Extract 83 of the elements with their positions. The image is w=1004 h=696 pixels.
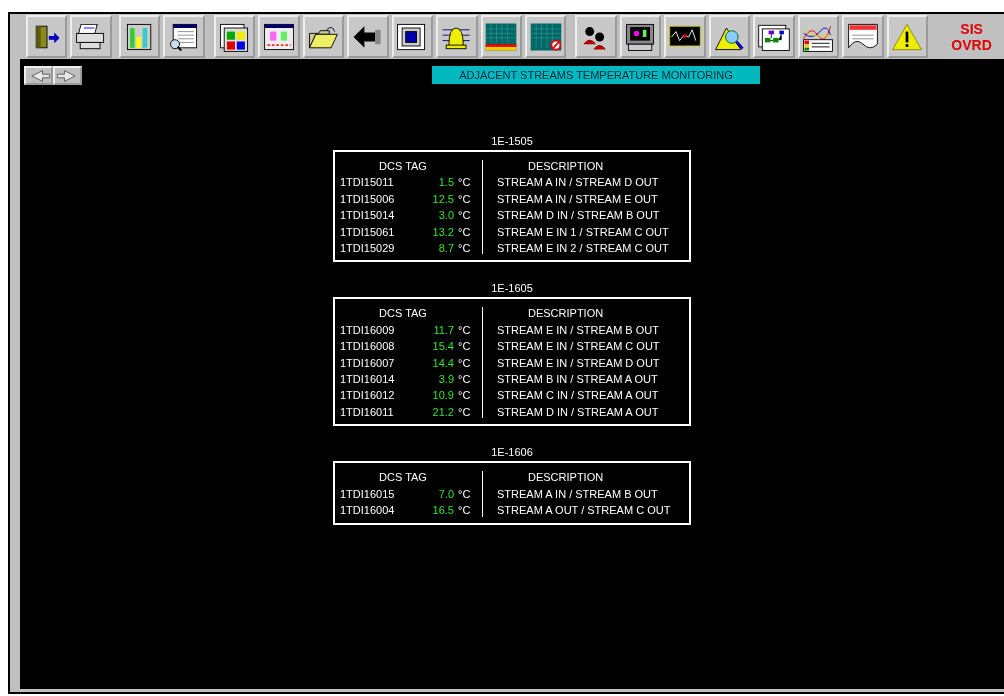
tag-cell-text: 1TDI16008	[340, 339, 396, 355]
tag-cell-text: 1TDI16011	[340, 404, 395, 420]
chart-table-button[interactable]	[797, 15, 840, 58]
square-button[interactable]	[391, 15, 434, 58]
unit-label: °C	[458, 404, 472, 420]
temperature-value: 14.4	[431, 355, 455, 371]
tag-cell-text: 1TDI15029	[340, 241, 396, 257]
description-cell-text: STREAM A IN / STREAM E OUT	[496, 191, 659, 207]
computer-button[interactable]	[619, 15, 662, 58]
bell-button[interactable]	[436, 15, 478, 58]
unit-label: °C	[458, 339, 472, 355]
back-button[interactable]	[24, 66, 53, 85]
panel-button[interactable]	[258, 15, 300, 58]
trend-button[interactable]	[664, 15, 706, 58]
column-header: DESCRIPTION	[527, 470, 605, 486]
tag-cell-text: 1TDI16004	[340, 503, 396, 519]
tag-cell-text: 1TDI15006	[340, 191, 396, 207]
unit-label: °C	[458, 175, 472, 191]
temperature-value: 15.4	[431, 339, 455, 355]
printer-button[interactable]	[70, 15, 112, 58]
temperature-value: 10.9	[431, 388, 455, 404]
tag-cell-text: 1TDI15014	[340, 208, 396, 224]
description-cell-text: STREAM E IN / STREAM B OUT	[496, 322, 660, 338]
unit-label: °C	[458, 191, 472, 207]
magnifier-button[interactable]	[708, 15, 751, 58]
tag-cell-text: 1TDI16014	[340, 372, 396, 388]
exchanger-title: 1E-1605	[491, 282, 533, 295]
page-title: ADJACENT STREAMS TEMPERATURE MONITORING	[432, 66, 760, 84]
temperature-value: 3.0	[437, 208, 455, 224]
grid-button[interactable]	[480, 15, 522, 58]
folder-button[interactable]	[302, 15, 345, 58]
column-header: DCS TAG	[378, 306, 428, 322]
unit-label: °C	[458, 503, 472, 519]
description-cell-text: STREAM E IN 1 / STREAM C OUT	[496, 224, 670, 240]
column-header: DCS TAG	[378, 159, 428, 174]
tag-cell-text: 1TDI15011	[340, 175, 395, 191]
description-cell-text: STREAM A OUT / STREAM C OUT	[496, 503, 672, 519]
people-button[interactable]	[575, 15, 617, 58]
temperature-value: 21.2	[431, 404, 455, 420]
unit-label: °C	[458, 355, 472, 371]
description-cell-text: STREAM B IN / STREAM A OUT	[496, 372, 659, 388]
note-button[interactable]	[842, 15, 884, 58]
description-cell-text: STREAM D IN / STREAM A OUT	[496, 404, 660, 420]
temperature-value: 8.7	[437, 241, 455, 257]
temperature-value: 12.5	[431, 191, 455, 207]
flowchart-button[interactable]	[753, 15, 795, 58]
unit-label: °C	[458, 241, 472, 257]
bar-graph-button[interactable]	[118, 15, 161, 58]
temperature-value: 7.0	[437, 486, 455, 502]
description-cell-text: STREAM D IN / STREAM B OUT	[496, 208, 661, 224]
table-search-button[interactable]	[163, 15, 205, 58]
grid-blocked-button[interactable]	[525, 15, 567, 58]
column-header: DCS TAG	[378, 470, 428, 486]
unit-label: °C	[458, 224, 472, 240]
description-cell-text: STREAM C IN / STREAM A OUT	[496, 388, 660, 404]
unit-label: °C	[458, 208, 472, 224]
unit-label: °C	[458, 322, 472, 338]
column-header: DESCRIPTION	[527, 159, 605, 174]
door-button[interactable]	[26, 15, 68, 58]
forward-button[interactable]	[53, 66, 82, 85]
exchanger-title: 1E-1505	[491, 135, 533, 147]
temperature-value: 11.7	[432, 322, 455, 338]
windows-button[interactable]	[213, 15, 256, 58]
description-cell-text: STREAM E IN / STREAM D OUT	[496, 355, 661, 371]
temperature-value: 13.2	[431, 224, 455, 240]
description-cell-text: STREAM E IN / STREAM C OUT	[496, 339, 661, 355]
unit-label: °C	[458, 372, 472, 388]
description-cell-text: STREAM E IN 2 / STREAM C OUT	[496, 241, 670, 257]
unit-label: °C	[458, 388, 472, 404]
temperature-value: 3.9	[437, 372, 455, 388]
description-cell-text: STREAM A IN / STREAM B OUT	[496, 486, 659, 502]
exchanger-title: 1E-1606	[491, 446, 533, 459]
tag-cell-text: 1TDI16015	[340, 486, 396, 502]
tag-cell-text: 1TDI15061	[340, 224, 396, 240]
temperature-value: 16.5	[431, 503, 455, 519]
temperature-value: 1.5	[437, 175, 455, 191]
unit-label: °C	[458, 486, 472, 502]
tag-cell-text: 1TDI16009	[340, 322, 396, 338]
tag-cell-text: 1TDI16007	[340, 355, 396, 371]
arrow-left-button[interactable]	[347, 15, 389, 58]
column-header: DESCRIPTION	[527, 306, 605, 322]
tag-cell-text: 1TDI16012	[340, 388, 396, 404]
description-cell-text: STREAM A IN / STREAM D OUT	[496, 175, 660, 191]
